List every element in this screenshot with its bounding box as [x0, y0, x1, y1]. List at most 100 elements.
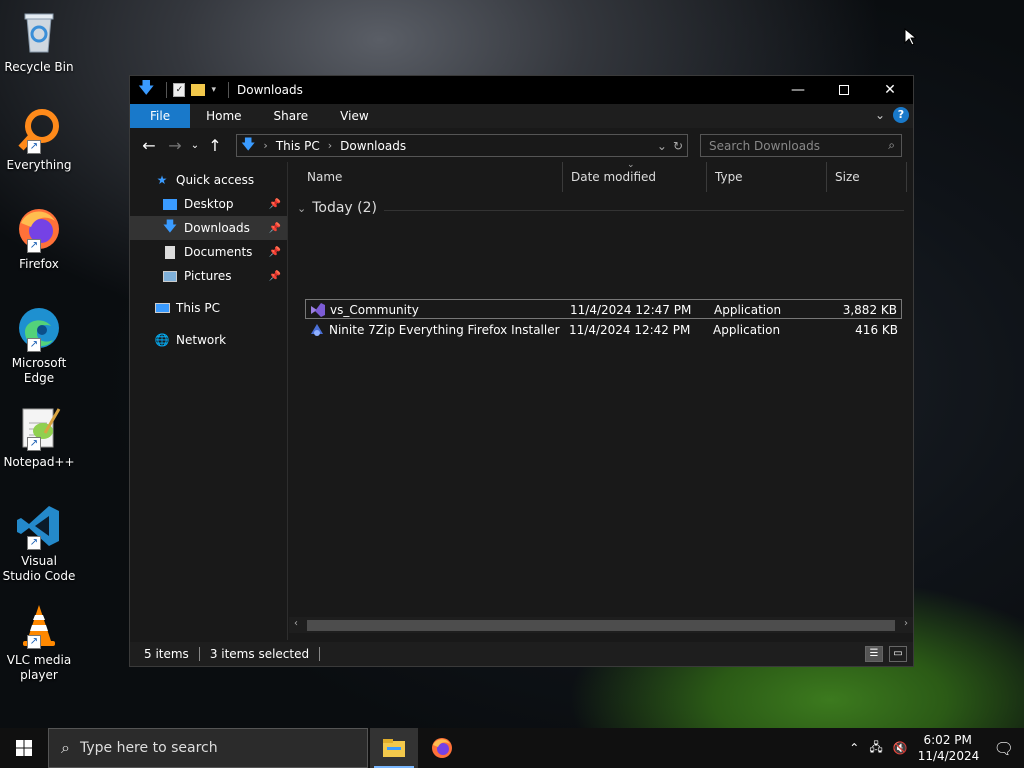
taskbar-file-explorer[interactable]: [370, 728, 418, 768]
scroll-thumb[interactable]: [307, 620, 895, 631]
navigation-pane: ★ Quick access Desktop 📌 🡇 Downloads 📌 D…: [130, 162, 288, 640]
clock[interactable]: 6:02 PM 11/4/2024: [918, 732, 980, 764]
taskbar: ⌕ Type here to search ⌃ 🖧 🔇 6:02 PM 11/4…: [0, 728, 1024, 768]
nav-downloads[interactable]: 🡇 Downloads 📌: [130, 216, 287, 240]
status-bar: 5 items 3 items selected ☰ ▭: [130, 642, 913, 666]
file-type: Application: [713, 323, 781, 337]
volume-muted-icon[interactable]: 🔇: [893, 741, 908, 755]
nav-label: Desktop: [184, 197, 234, 211]
title-bar[interactable]: 🡇 ✓ ▾ Downloads — ✕: [130, 76, 913, 104]
file-name: vs_Community: [330, 303, 419, 317]
firefox-icon: [432, 738, 452, 758]
pin-icon[interactable]: 📌: [269, 271, 281, 282]
forward-button[interactable]: →: [162, 136, 188, 155]
nav-desktop[interactable]: Desktop 📌: [130, 192, 287, 216]
shortcut-arrow-icon: ↗: [27, 536, 41, 550]
search-box[interactable]: Search Downloads ⌕: [700, 134, 902, 157]
separator: [166, 82, 168, 98]
address-bar[interactable]: 🡇 › This PC › Downloads ⌄ ↻: [236, 134, 688, 157]
taskbar-firefox[interactable]: [418, 728, 466, 768]
desktop-icon-edge[interactable]: ↗ Microsoft Edge: [2, 304, 76, 386]
desktop-icon-everything[interactable]: ↗ Everything: [2, 106, 76, 173]
breadcrumb-this-pc[interactable]: This PC: [276, 139, 320, 153]
expand-ribbon-icon[interactable]: ⌄: [875, 108, 885, 122]
up-arrow-icon: ↑: [208, 135, 222, 155]
firefox-icon: ↗: [15, 205, 63, 253]
network-icon: 🌐: [154, 333, 170, 347]
desktop-icon-firefox[interactable]: ↗ Firefox: [2, 205, 76, 272]
properties-icon[interactable]: ✓: [173, 83, 186, 97]
new-folder-icon[interactable]: [191, 84, 206, 96]
vlc-icon: ↗: [15, 601, 63, 649]
file-explorer-icon: [383, 739, 405, 757]
desktop-icon-label: Visual Studio Code: [2, 554, 76, 583]
breadcrumb-downloads[interactable]: Downloads: [340, 139, 406, 153]
nav-label: Documents: [184, 245, 253, 259]
chevron-right-icon: ›: [327, 139, 333, 152]
forward-arrow-icon: →: [168, 135, 182, 155]
computer-icon: [154, 301, 170, 315]
explorer-window[interactable]: 🡇 ✓ ▾ Downloads — ✕ File Home Share View…: [129, 75, 914, 667]
close-button[interactable]: ✕: [867, 76, 913, 104]
nav-quick-access[interactable]: ★ Quick access: [130, 168, 287, 192]
start-button[interactable]: [0, 728, 48, 768]
desktop-icon-label: VLC media player: [6, 653, 72, 682]
taskbar-search-placeholder: Type here to search: [79, 740, 218, 756]
address-dropdown-icon[interactable]: ⌄: [657, 139, 667, 153]
customize-toolbar-icon[interactable]: ▾: [211, 85, 216, 95]
network-status-icon[interactable]: 🖧: [869, 738, 882, 759]
edge-icon: ↗: [15, 304, 63, 352]
refresh-icon[interactable]: ↻: [673, 139, 683, 153]
maximize-icon: [839, 85, 849, 95]
file-row[interactable]: vs_Community 11/4/2024 12:47 PM Applicat…: [305, 299, 902, 319]
tab-home[interactable]: Home: [190, 104, 257, 128]
desktop-icon-notepadpp[interactable]: ↗ Notepad++: [2, 403, 76, 470]
file-type: Application: [714, 303, 782, 317]
tab-view[interactable]: View: [324, 104, 384, 128]
tab-share[interactable]: Share: [258, 104, 325, 128]
nav-pictures[interactable]: Pictures 📌: [130, 264, 287, 288]
horizontal-scrollbar[interactable]: ‹ ›: [289, 617, 913, 633]
file-size: 416 KB: [855, 323, 898, 337]
pin-icon[interactable]: 📌: [269, 223, 281, 234]
nav-this-pc[interactable]: This PC: [130, 296, 287, 320]
large-icons-view-button[interactable]: ▭: [889, 646, 907, 662]
taskbar-search[interactable]: ⌕ Type here to search: [48, 728, 368, 768]
scroll-right-icon[interactable]: ›: [904, 618, 908, 629]
details-view-button[interactable]: ☰: [865, 646, 883, 662]
large-icons-view-icon: ▭: [893, 648, 903, 659]
scroll-left-icon[interactable]: ‹: [294, 618, 298, 629]
pin-icon[interactable]: 📌: [269, 199, 281, 210]
desktop-icon-label: Everything: [6, 158, 72, 172]
notepadpp-icon: ↗: [15, 403, 63, 451]
up-button[interactable]: ↑: [202, 136, 228, 155]
pin-icon[interactable]: 📌: [269, 247, 281, 258]
download-arrow-icon: 🡇: [138, 77, 155, 97]
desktop-icon-vscode[interactable]: ↗ Visual Studio Code: [2, 502, 76, 584]
desktop-icon-vlc[interactable]: ↗ VLC media player: [2, 601, 76, 683]
back-button[interactable]: ←: [136, 136, 162, 155]
vscode-icon: ↗: [15, 502, 63, 550]
file-row[interactable]: Ninite 7Zip Everything Firefox Installer…: [305, 320, 902, 340]
maximize-button[interactable]: [821, 76, 867, 104]
file-name: Ninite 7Zip Everything Firefox Installer: [329, 323, 560, 337]
chevron-down-icon: ⌄: [190, 139, 200, 151]
show-hidden-icons-icon[interactable]: ⌃: [849, 741, 859, 755]
file-date: 11/4/2024 12:42 PM: [569, 323, 691, 337]
tab-file[interactable]: File: [130, 104, 191, 128]
minimize-button[interactable]: —: [775, 76, 821, 104]
notifications-icon[interactable]: 🗨: [994, 739, 1014, 758]
star-icon: ★: [156, 173, 168, 187]
nav-documents[interactable]: Documents 📌: [130, 240, 287, 264]
clock-time: 6:02 PM: [923, 733, 972, 747]
recent-locations-button[interactable]: ⌄: [188, 140, 202, 151]
item-count: 5 items: [144, 647, 189, 661]
desktop-icon-label: Firefox: [19, 257, 59, 271]
document-icon: [162, 245, 178, 259]
nav-network[interactable]: 🌐 Network: [130, 328, 287, 352]
minimize-icon: —: [791, 82, 805, 98]
nav-label: Pictures: [184, 269, 232, 283]
selection-count: 3 items selected: [209, 647, 310, 661]
desktop-icon-recycle-bin[interactable]: Recycle Bin: [2, 8, 76, 75]
help-icon[interactable]: ?: [893, 107, 909, 123]
